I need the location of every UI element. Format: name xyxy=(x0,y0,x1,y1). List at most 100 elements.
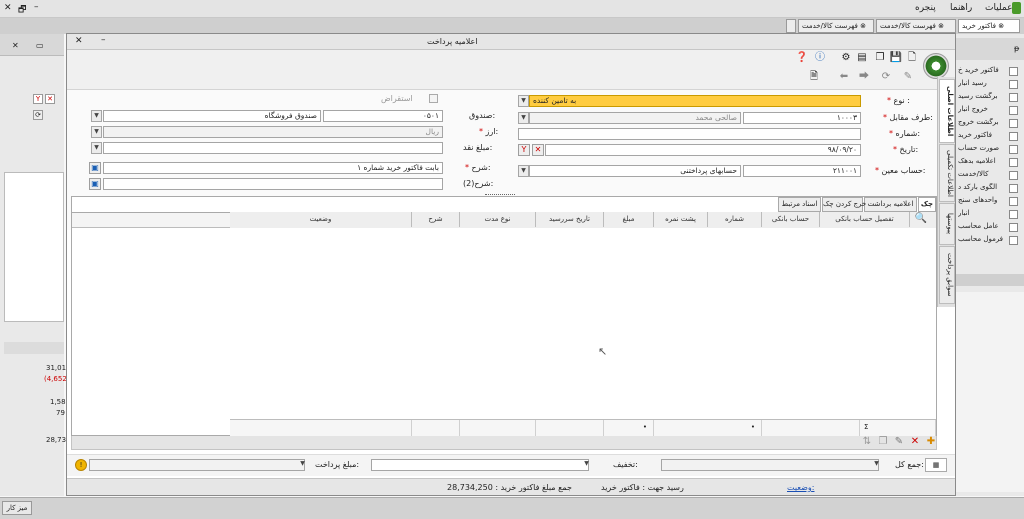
list-item[interactable]: برگشت رسید xyxy=(958,92,1018,104)
pay-amount-dropdown-icon[interactable]: ▼ xyxy=(297,459,308,471)
desk-button[interactable]: میز کار xyxy=(2,501,32,515)
forward-icon[interactable]: ⮕ xyxy=(857,70,871,84)
note-icon[interactable]: ✎ xyxy=(901,70,915,84)
date-field[interactable]: ۹۸/۰۹/۲۰ xyxy=(545,144,861,156)
list-item[interactable]: کالا/خدمت xyxy=(958,170,1018,182)
col-status[interactable]: وضعیت xyxy=(230,212,412,227)
tab-purchase-invoice[interactable]: فاکتور خرید ⊗ xyxy=(958,19,1020,33)
dialog-close-icon[interactable]: ✕ xyxy=(75,36,83,46)
attach-icon[interactable]: 🗎 xyxy=(807,70,821,84)
tab-attachments[interactable]: پیوستها xyxy=(939,203,955,245)
list-item[interactable]: صورت حساب xyxy=(958,144,1018,156)
menu-window[interactable]: پنجره xyxy=(915,3,936,13)
type-dropdown-icon[interactable]: ▼ xyxy=(518,95,529,107)
tab-extra[interactable] xyxy=(786,19,796,33)
party-dropdown-icon[interactable]: ▼ xyxy=(518,112,529,124)
subtab-cheque[interactable]: چک xyxy=(918,197,936,212)
cash-dropdown-icon[interactable]: ▼ xyxy=(91,142,102,154)
account-code-field[interactable]: ۲۱۱۰۰۱ xyxy=(743,165,861,177)
warning-icon[interactable]: ! xyxy=(75,459,87,471)
settings-icon[interactable]: ⚙ xyxy=(839,51,853,65)
col-back-number[interactable]: پشت نمره xyxy=(654,212,708,227)
edit-row-icon[interactable]: ✎ xyxy=(892,435,906,449)
refresh-icon[interactable]: ⟳ xyxy=(33,110,43,120)
list-item[interactable]: خروج انبار xyxy=(958,105,1018,117)
description2-field[interactable] xyxy=(103,178,443,190)
cash-amount-field[interactable] xyxy=(103,142,443,154)
copy-icon[interactable]: ❐ xyxy=(873,51,887,65)
print-icon[interactable]: ▤ xyxy=(855,51,869,65)
col-bank-account[interactable]: حساب بانکی xyxy=(762,212,820,227)
help-circle-icon[interactable]: ❓ xyxy=(795,51,809,65)
col-amount[interactable]: مبلغ xyxy=(604,212,654,227)
restore-app-icon[interactable]: 🗗 xyxy=(18,2,26,18)
dialog-minimize-icon[interactable]: – xyxy=(101,35,106,45)
col-term-type[interactable]: نوع مدت xyxy=(460,212,536,227)
subtab-spend-cheque[interactable]: خرج کردن چک xyxy=(822,197,866,212)
filter-icon[interactable]: Y xyxy=(33,94,43,104)
number-field[interactable] xyxy=(518,128,861,140)
save-icon[interactable]: 💾 xyxy=(889,51,903,65)
fund-dropdown-icon[interactable]: ▼ xyxy=(91,110,102,122)
discount-field[interactable] xyxy=(371,459,589,471)
tab-payment-history[interactable]: سوابق پرداخت xyxy=(939,246,955,304)
clear-icon[interactable]: ✕ xyxy=(45,94,55,104)
minimize-app-icon[interactable]: – xyxy=(34,2,39,12)
total-field xyxy=(661,459,879,471)
close-app-icon[interactable]: ✕ xyxy=(4,3,12,13)
list-item[interactable]: رسید انبار xyxy=(958,79,1018,91)
description-field[interactable]: بابت فاکتور خرید شماره ۱ xyxy=(103,162,443,174)
list-item[interactable]: الگوی بارکد د xyxy=(958,183,1018,195)
col-due-date[interactable]: تاریخ سررسید xyxy=(536,212,604,227)
list-item[interactable]: انبار xyxy=(958,209,1018,221)
list-item[interactable]: واحدهای سنج xyxy=(958,196,1018,208)
fund-name-field[interactable]: صندوق فروشگاه xyxy=(103,110,321,122)
list-item[interactable]: عامل محاسب xyxy=(958,222,1018,234)
description-save-icon[interactable]: ▣ xyxy=(89,162,101,174)
borrow-checkbox[interactable] xyxy=(429,94,438,103)
pin-icon[interactable]: ᵽ xyxy=(1014,44,1019,53)
clear-date-icon[interactable]: ✕ xyxy=(532,144,544,156)
tab-items-list-1[interactable]: فهرست کالا/خدمت ⊗ xyxy=(876,19,956,33)
account-name-field[interactable]: حسابهای پرداختنی xyxy=(529,165,741,177)
total-dropdown-icon[interactable]: ▼ xyxy=(871,459,882,471)
menu-operations[interactable]: عملیات xyxy=(985,3,1012,13)
col-description[interactable]: شرح xyxy=(412,212,460,227)
move-row-icon[interactable]: ⇅ xyxy=(860,435,874,449)
type-select[interactable]: به تامین کننده xyxy=(529,95,861,107)
menu-help[interactable]: راهنما xyxy=(950,3,972,13)
list-item[interactable]: فرمول محاسب xyxy=(958,235,1018,247)
calc-icon[interactable]: ▦ xyxy=(925,458,947,472)
close-icon[interactable]: ✕ xyxy=(12,41,19,50)
refresh-icon[interactable]: ⟳ xyxy=(879,70,893,84)
tab-main-info[interactable]: اطلاعات اصلی xyxy=(939,79,955,143)
restore-icon[interactable]: ▭ xyxy=(36,41,44,50)
account-dropdown-icon[interactable]: ▼ xyxy=(518,165,529,177)
info-icon[interactable]: ⓘ xyxy=(813,51,827,65)
search-icon[interactable]: 🔍 xyxy=(914,212,928,226)
app-orb-icon[interactable] xyxy=(923,53,949,79)
add-row-icon[interactable]: ✚ xyxy=(924,435,938,449)
subtab-related-docs[interactable]: اسناد مرتبط xyxy=(778,197,821,212)
calendar-filter-icon[interactable]: Y xyxy=(518,144,530,156)
party-code-field[interactable]: ۱۰۰۰۳ xyxy=(743,112,861,124)
list-item[interactable]: فاکتور خرید خ xyxy=(958,66,1018,78)
list-item[interactable]: برگشت خروج xyxy=(958,118,1018,130)
subtab-withdrawal[interactable]: اعلامیه برداشت xyxy=(864,197,917,212)
tab-items-list-2[interactable]: فهرست کالا/خدمت ⊗ xyxy=(798,19,874,33)
col-bank-detail[interactable]: تفصیل حساب بانکی xyxy=(820,212,910,227)
list-item[interactable]: فاکتور خرید xyxy=(958,131,1018,143)
copy-row-icon[interactable]: ❐ xyxy=(876,435,890,449)
fund-code-field[interactable]: ۰۵۰۱ xyxy=(323,110,443,122)
tab-extra-info[interactable]: اطلاعات تکمیلی xyxy=(939,144,955,202)
description2-save-icon[interactable]: ▣ xyxy=(89,178,101,190)
currency-dropdown-icon[interactable]: ▼ xyxy=(91,126,102,138)
back-icon[interactable]: ⬅ xyxy=(837,70,851,84)
description-label: * شرح: xyxy=(465,163,491,172)
delete-row-icon[interactable]: ✕ xyxy=(908,435,922,449)
new-icon[interactable]: 🗋 xyxy=(905,51,919,65)
list-item[interactable]: اعلامیه بدهک xyxy=(958,157,1018,169)
discount-dropdown-icon[interactable]: ▼ xyxy=(581,459,592,471)
status-link[interactable]: وضعیت: xyxy=(787,483,815,492)
col-number[interactable]: شماره xyxy=(708,212,762,227)
